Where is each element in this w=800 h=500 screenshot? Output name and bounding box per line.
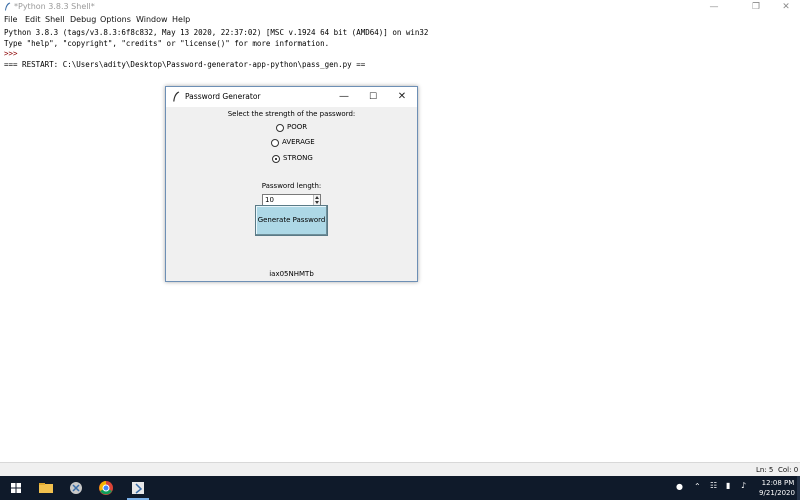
menu-help[interactable]: Help (172, 15, 190, 24)
radio-selected-dot (275, 158, 277, 160)
volume-icon[interactable]: ♪ (741, 481, 746, 490)
console-line: === RESTART: C:\Users\adity\Desktop\Pass… (4, 59, 366, 69)
file-explorer-icon[interactable] (36, 479, 56, 497)
shell-titlebar: *Python 3.8.3 Shell* — ❐ ✕ (0, 0, 800, 15)
maximize-icon[interactable]: ❐ (742, 0, 770, 14)
radio-circle[interactable] (271, 139, 279, 147)
dialog-titlebar: Password Generator — ☐ ✕ (166, 87, 417, 107)
statusbar: Ln: 5 Col: 0 (0, 462, 800, 477)
menu-shell[interactable]: Shell (45, 15, 65, 24)
dialog-title: Password Generator (185, 92, 261, 101)
console-line: Type "help", "copyright", "credits" or "… (4, 38, 330, 48)
console-prompt: >>> (4, 49, 23, 58)
minimize-icon[interactable]: — (330, 87, 358, 107)
radio-label: STRONG (283, 154, 313, 162)
battery-icon[interactable]: ▮ (726, 481, 730, 490)
status-line: Ln: 5 (756, 466, 774, 474)
taskbar-date[interactable]: 9/21/2020 (756, 489, 798, 497)
generated-password: iax05NHMTb (269, 270, 314, 278)
length-value[interactable]: 10 (265, 195, 274, 205)
radio-circle[interactable] (276, 124, 284, 132)
status-column: Col: 0 (778, 466, 799, 474)
python-window-icon[interactable] (128, 479, 148, 497)
radio-label: POOR (287, 123, 308, 131)
python-idle-icon[interactable] (66, 479, 86, 497)
radio-circle[interactable] (272, 155, 280, 163)
menu-window[interactable]: Window (136, 15, 168, 24)
close-icon[interactable]: ✕ (772, 0, 800, 14)
radio-label: AVERAGE (282, 138, 315, 146)
spin-down-icon[interactable] (315, 201, 319, 204)
shell-window-title: *Python 3.8.3 Shell* (14, 2, 95, 11)
menu-edit[interactable]: Edit (25, 15, 41, 24)
length-label: Password length: (261, 182, 322, 190)
windows-start-icon[interactable] (6, 479, 26, 497)
menu-options[interactable]: Options (100, 15, 131, 24)
menubar: File Edit Shell Debug Options Window Hel… (0, 14, 800, 26)
spinbox-arrows[interactable] (313, 195, 320, 205)
minimize-icon[interactable]: — (700, 0, 728, 14)
chevron-up-icon[interactable]: ⌃ (694, 482, 701, 491)
spin-up-icon[interactable] (315, 196, 319, 199)
network-icon[interactable]: ☷ (710, 481, 717, 490)
taskbar-time[interactable]: 12:08 PM (760, 479, 796, 487)
console-line: Python 3.8.3 (tags/v3.8.3:6f8c832, May 1… (4, 28, 429, 37)
strength-prompt: Select the strength of the password: (227, 110, 356, 118)
close-icon[interactable]: ✕ (388, 87, 416, 107)
menu-debug[interactable]: Debug (70, 15, 96, 24)
chrome-icon[interactable] (96, 479, 116, 497)
password-generator-window: Password Generator — ☐ ✕ Select the stre… (165, 86, 418, 282)
maximize-icon[interactable]: ☐ (359, 87, 387, 107)
python-feather-icon (173, 91, 180, 102)
people-icon[interactable]: ● (676, 482, 683, 491)
menu-file[interactable]: File (4, 15, 17, 24)
generate-password-button[interactable]: Generate Password (255, 205, 328, 236)
taskbar: ● ⌃ ☷ ▮ ♪ 12:08 PM 9/21/2020 (0, 476, 800, 500)
python-feather-icon (5, 2, 11, 11)
